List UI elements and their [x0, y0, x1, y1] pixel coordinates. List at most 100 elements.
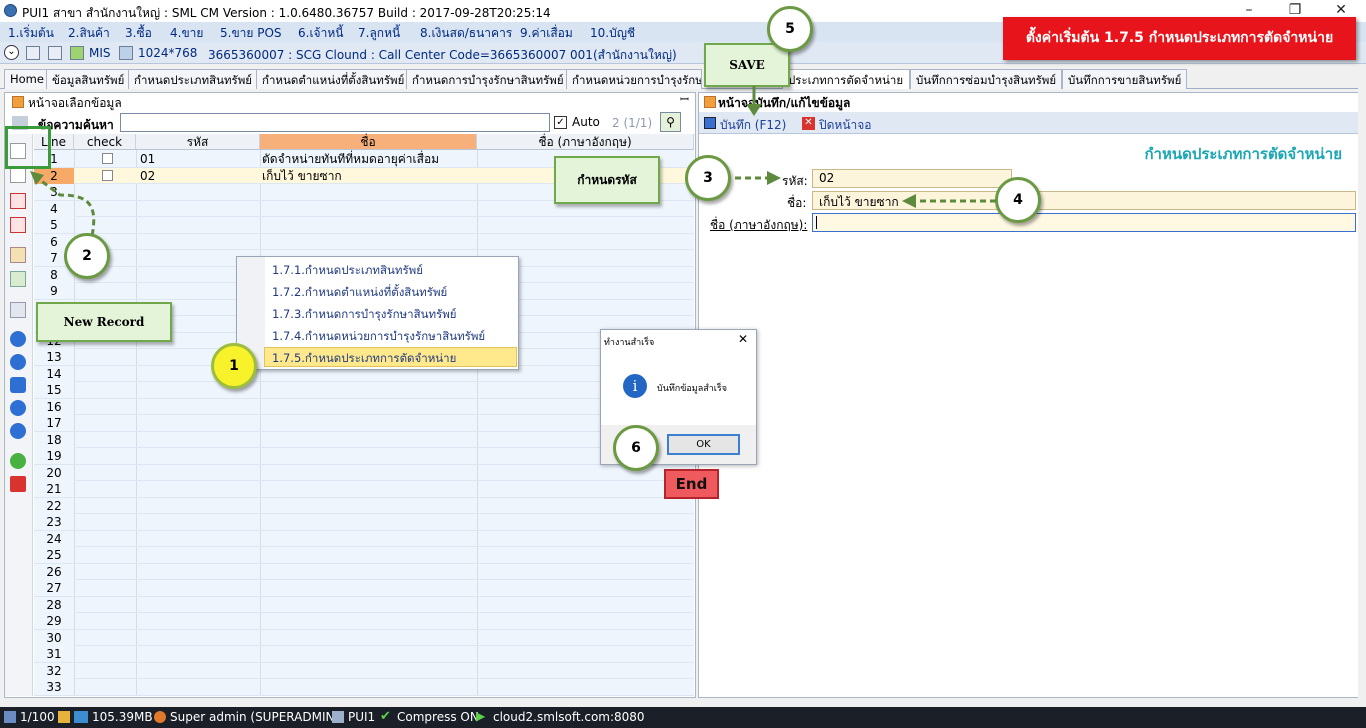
- table-row[interactable]: 5: [34, 217, 694, 234]
- help-icon[interactable]: [10, 453, 26, 469]
- page-indicator: 1/100: [20, 710, 55, 724]
- column-header-name-en[interactable]: ชื่อ (ภาษาอังกฤษ): [477, 134, 694, 150]
- column-header-code[interactable]: รหัส: [136, 134, 260, 150]
- menu-item-buy[interactable]: 3.ซื้อ: [125, 24, 152, 43]
- table-row[interactable]: 22: [34, 497, 694, 514]
- exit-icon[interactable]: [10, 476, 26, 492]
- table-row[interactable]: 29: [34, 613, 694, 630]
- table-row[interactable]: 21: [34, 481, 694, 498]
- context-menu-item-asset-location[interactable]: 1.7.2.กำหนดตำแหน่งที่ตั้งสินทรัพย์: [272, 284, 447, 302]
- code-field[interactable]: 02: [812, 169, 1012, 188]
- table-row[interactable]: 19: [34, 448, 694, 465]
- close-icon: ✕: [802, 117, 815, 130]
- name-field[interactable]: เก็บไว้ ขายซาก: [812, 191, 1356, 210]
- table-row[interactable]: 33: [34, 679, 694, 696]
- menu-item-sell[interactable]: 4.ขาย: [170, 24, 203, 43]
- column-header-check[interactable]: check: [74, 134, 136, 150]
- row-code: 02: [140, 168, 156, 183]
- tab-repair-record[interactable]: บันทึกการซ่อมบำรุงสินทรัพย์: [910, 69, 1063, 89]
- menu-item-product[interactable]: 2.สินค้า: [68, 24, 110, 43]
- context-menu-item-maintenance[interactable]: 1.7.3.กำหนดการบำรุงรักษาสินทรัพย์: [272, 306, 457, 324]
- row-line-number: 15: [34, 382, 74, 398]
- menu-item-cash-bank[interactable]: 8.เงินสด/ธนาคาร: [420, 24, 512, 43]
- menu-item-depreciation[interactable]: 9.ค่าเสื่อม: [520, 24, 573, 43]
- tab-asset-type[interactable]: กำหนดประเภทสินทรัพย์: [128, 69, 259, 89]
- column-header-name[interactable]: ชื่อ: [260, 134, 477, 150]
- name-en-field[interactable]: [812, 213, 1356, 232]
- row-line-number: 20: [34, 464, 74, 481]
- table-row[interactable]: 31: [34, 646, 694, 663]
- table-row[interactable]: 15: [34, 382, 694, 399]
- menu-item-account[interactable]: 10.บัญชี: [590, 24, 635, 43]
- tab-asset-location[interactable]: กำหนดตำแหน่งที่ตั้งสินทรัพย์: [256, 69, 411, 89]
- end-label: End: [664, 469, 719, 499]
- menu-item-start[interactable]: 1.เริ่มต้น: [8, 24, 54, 43]
- context-menu-item-maintenance-unit[interactable]: 1.7.4.กำหนดหน่วยการบำรุงรักษาสินทรัพย์: [272, 328, 485, 346]
- form-heading: กำหนดประเภทการตัดจำหน่าย: [1144, 145, 1342, 163]
- search-button[interactable]: ⚲: [660, 112, 681, 132]
- table-row[interactable]: 6: [34, 233, 694, 250]
- auto-label: Auto: [572, 115, 600, 129]
- table-row[interactable]: 18: [34, 431, 694, 448]
- search-input[interactable]: [120, 113, 550, 132]
- more-icon[interactable]: [10, 377, 26, 393]
- down-icon[interactable]: [10, 423, 26, 439]
- status-bar: 1/100 105.39MB Super admin (SUPERADMIN) …: [0, 707, 1366, 728]
- branch-icon: [332, 711, 344, 723]
- context-menu-item-disposal-type[interactable]: 1.7.5.กำหนดประเภทการตัดจำหน่าย: [272, 350, 456, 368]
- table-row[interactable]: 24: [34, 530, 694, 547]
- row-line-number: 26: [34, 563, 74, 580]
- menu-item-debtor[interactable]: 7.ลูกหนี้: [358, 24, 400, 43]
- mis-label[interactable]: MIS: [89, 46, 111, 60]
- next-icon[interactable]: [10, 354, 26, 370]
- up-icon[interactable]: [10, 400, 26, 416]
- window-scrollbar[interactable]: [1358, 88, 1366, 703]
- table-row[interactable]: 27: [34, 580, 694, 597]
- table-row[interactable]: 23: [34, 514, 694, 531]
- save-button[interactable]: บันทึก (F12): [720, 116, 786, 135]
- table-row[interactable]: 32: [34, 662, 694, 679]
- tab-asset-maintenance[interactable]: กำหนดการบำรุงรักษาสินทรัพย์: [406, 69, 570, 89]
- table-row[interactable]: 16: [34, 398, 694, 415]
- layout-icon[interactable]: [26, 46, 40, 60]
- chevron-down-icon[interactable]: ⌄: [4, 45, 19, 60]
- menu-item-creditor[interactable]: 6.เจ้าหนี้: [298, 24, 343, 43]
- row-checkbox[interactable]: [102, 153, 113, 164]
- dialog-ok-button[interactable]: OK: [667, 434, 740, 455]
- table-row[interactable]: 26: [34, 563, 694, 580]
- grid-icon: [12, 96, 24, 108]
- table-row[interactable]: 30: [34, 629, 694, 646]
- tab-asset-data[interactable]: ข้อมูลสินทรัพย์: [46, 69, 131, 89]
- row-line-number: 21: [34, 481, 74, 497]
- auto-checkbox[interactable]: ✓: [554, 116, 567, 129]
- table-row[interactable]: 17: [34, 415, 694, 432]
- monitor-icon: [74, 711, 88, 723]
- dialog-message: บันทึกข้อมูลสำเร็จ: [657, 384, 727, 394]
- key-icon: [58, 711, 70, 723]
- row-line-number: 25: [34, 547, 74, 563]
- tab-home[interactable]: Home: [4, 69, 50, 89]
- tab-sale-record[interactable]: บันทึกการขายสินทรัพย์: [1062, 69, 1188, 89]
- tutorial-banner: ตั้งค่าเริ่มต้น 1.7.5 กำหนดประเภทการตัดจ…: [1003, 17, 1356, 60]
- table-row[interactable]: 20: [34, 464, 694, 481]
- row-name: ตัดจำหน่ายทันทีที่หมดอายุค่าเสื่อม: [262, 152, 440, 166]
- window-title: PUI1 สาขา สำนักงานใหญ่ : SML CM Version …: [22, 6, 551, 20]
- context-menu-item-asset-type[interactable]: 1.7.1.กำหนดประเภทสินทรัพย์: [272, 262, 423, 280]
- menu-item-pos[interactable]: 5.ขาย POS: [220, 24, 282, 43]
- table-row[interactable]: 28: [34, 596, 694, 613]
- callout-6: 6: [613, 425, 659, 471]
- tab-maintenance-unit[interactable]: กำหนดหน่วยการบำรุงรักษา: [566, 69, 702, 89]
- row-line-number: 17: [34, 415, 74, 431]
- picture-icon: [119, 46, 133, 60]
- row-line-number: 32: [34, 662, 74, 679]
- pin-icon[interactable]: ꟷ: [680, 92, 689, 107]
- row-line-number: 24: [34, 530, 74, 547]
- previous-icon[interactable]: [10, 331, 26, 347]
- tab-disposal-type[interactable]: ประเภทการตัดจำหน่าย: [782, 69, 910, 89]
- chart-icon[interactable]: [70, 46, 84, 60]
- close-form-button[interactable]: ปิดหน้าจอ: [819, 116, 872, 135]
- dialog-close-button[interactable]: ✕: [738, 332, 748, 346]
- table-row[interactable]: 25: [34, 547, 694, 564]
- save-note: SAVE: [704, 43, 790, 87]
- calculator-icon[interactable]: [48, 46, 62, 60]
